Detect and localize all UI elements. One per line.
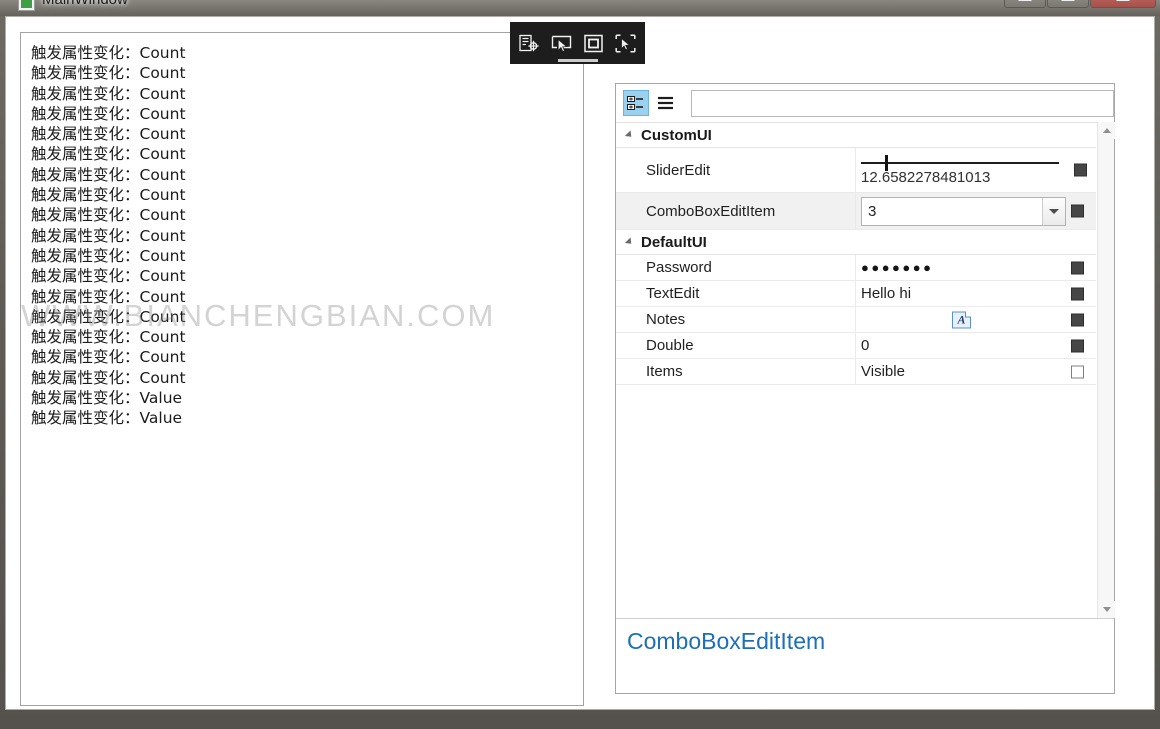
inapp-debug-toolbar[interactable] xyxy=(510,22,645,64)
property-value-text[interactable]: Hello hi xyxy=(856,281,1096,306)
property-name: Items xyxy=(616,359,856,384)
property-grid-scrollbar[interactable] xyxy=(1097,122,1114,618)
maximize-button[interactable] xyxy=(1047,0,1089,8)
log-list: 触发属性变化：Count触发属性变化：Count触发属性变化：Count触发属性… xyxy=(31,43,581,429)
log-line[interactable]: 触发属性变化：Count xyxy=(31,205,581,225)
log-line[interactable]: 触发属性变化：Count xyxy=(31,327,581,347)
log-line[interactable]: 触发属性变化：Count xyxy=(31,43,581,63)
property-value-double[interactable]: 0 xyxy=(856,333,1096,358)
property-grid-scrollport: CustomUI SliderEdit 12.6582278481013 xyxy=(616,123,1096,618)
log-line[interactable]: 触发属性变化：Count xyxy=(31,165,581,185)
text-editor-icon[interactable]: A xyxy=(952,311,971,328)
combobox-editor[interactable]: 3 xyxy=(861,197,1066,226)
log-line[interactable]: 触发属性变化：Count xyxy=(31,307,581,327)
go-to-live-visual-tree-icon[interactable] xyxy=(517,30,543,56)
property-row-notes[interactable]: Notes A xyxy=(616,307,1096,333)
log-line[interactable]: 触发属性变化：Count xyxy=(31,144,581,164)
category-header-customui[interactable]: CustomUI xyxy=(616,123,1096,148)
property-value-combobox[interactable]: 3 xyxy=(856,193,1096,229)
property-value-password[interactable]: ●●●●●●● xyxy=(856,255,1096,280)
log-listbox[interactable]: 触发属性变化：Count触发属性变化：Count触发属性变化：Count触发属性… xyxy=(20,32,584,706)
property-search-input[interactable] xyxy=(691,90,1114,117)
property-row-comboboxedititem[interactable]: ComboBoxEditItem 3 xyxy=(616,193,1096,230)
categorized-view-icon xyxy=(627,95,644,111)
window-titlebar[interactable]: MainWindow xyxy=(0,0,1160,16)
log-line[interactable]: 触发属性变化：Count xyxy=(31,368,581,388)
scroll-up-arrow-icon[interactable] xyxy=(1098,122,1115,139)
property-name: Password xyxy=(616,255,856,280)
close-button[interactable] xyxy=(1090,0,1156,8)
property-value-slider[interactable]: 12.6582278481013 xyxy=(856,148,1099,192)
text-value: 0 xyxy=(861,337,869,354)
track-focused-element-icon[interactable] xyxy=(612,30,638,56)
property-value-notes[interactable]: A xyxy=(856,307,1096,332)
password-masked-value: ●●●●●●● xyxy=(861,260,933,275)
log-line[interactable]: 触发属性变化：Count xyxy=(31,266,581,286)
select-element-icon[interactable] xyxy=(549,30,575,56)
category-header-defaultui[interactable]: DefaultUI xyxy=(616,230,1096,255)
alphabetical-view-icon xyxy=(657,95,674,111)
text-value: Visible xyxy=(861,363,905,380)
log-line[interactable]: 触发属性变化：Value xyxy=(31,388,581,408)
log-line[interactable]: 触发属性变化：Value xyxy=(31,408,581,428)
property-marker[interactable] xyxy=(1071,365,1084,378)
alphabetical-view-button[interactable] xyxy=(653,90,679,116)
property-row-textedit[interactable]: TextEdit Hello hi xyxy=(616,281,1096,307)
scroll-down-arrow-icon[interactable] xyxy=(1098,601,1115,618)
property-marker[interactable] xyxy=(1071,339,1084,352)
log-line[interactable]: 触发属性变化：Count xyxy=(31,246,581,266)
text-value: Hello hi xyxy=(861,285,911,302)
property-grid-toolbar xyxy=(616,84,1114,122)
log-line[interactable]: 触发属性变化：Count xyxy=(31,185,581,205)
slider-thumb[interactable] xyxy=(885,155,888,171)
category-label: CustomUI xyxy=(641,127,712,144)
log-line[interactable]: 触发属性变化：Count xyxy=(31,124,581,144)
property-name: TextEdit xyxy=(616,281,856,306)
property-name: SliderEdit xyxy=(616,148,856,192)
slider-track[interactable] xyxy=(861,162,1059,164)
os-window: MainWindow 触发属性变化：Count触发属性变化：Count触发属性变… xyxy=(0,0,1160,729)
chevron-down-icon[interactable] xyxy=(1042,198,1065,225)
property-marker[interactable] xyxy=(1071,287,1084,300)
property-marker[interactable] xyxy=(1071,313,1084,326)
property-name: ComboBoxEditItem xyxy=(616,193,856,229)
property-marker[interactable] xyxy=(1074,164,1087,177)
chevron-expanded-icon xyxy=(625,237,634,246)
property-name: Notes xyxy=(616,307,856,332)
property-name: Double xyxy=(616,333,856,358)
log-line[interactable]: 触发属性变化：Count xyxy=(31,287,581,307)
log-line[interactable]: 触发属性变化：Count xyxy=(31,104,581,124)
minimize-button[interactable] xyxy=(1004,0,1046,8)
screen-root: MainWindow 触发属性变化：Count触发属性变化：Count触发属性变… xyxy=(0,0,1160,729)
log-line[interactable]: 触发属性变化：Count xyxy=(31,347,581,367)
log-line[interactable]: 触发属性变化：Count xyxy=(31,63,581,83)
property-description-pane: ComboBoxEditItem xyxy=(616,618,1114,693)
property-value-items[interactable]: Visible xyxy=(856,359,1096,384)
window-client-area: 触发属性变化：Count触发属性变化：Count触发属性变化：Count触发属性… xyxy=(5,16,1155,710)
log-line[interactable]: 触发属性变化：Count xyxy=(31,84,581,104)
property-row-slideredit[interactable]: SliderEdit 12.6582278481013 xyxy=(616,148,1096,193)
slider-value-label: 12.6582278481013 xyxy=(861,169,1059,186)
description-title: ComboBoxEditItem xyxy=(627,628,1114,655)
property-marker[interactable] xyxy=(1071,261,1084,274)
toolbar-drag-grip[interactable] xyxy=(558,59,598,62)
log-line[interactable]: 触发属性变化：Count xyxy=(31,226,581,246)
chevron-expanded-icon xyxy=(625,130,634,139)
display-layout-adorners-icon[interactable] xyxy=(580,30,606,56)
property-grid[interactable]: CustomUI SliderEdit 12.6582278481013 xyxy=(616,122,1114,618)
property-marker[interactable] xyxy=(1071,205,1084,218)
property-row-password[interactable]: Password ●●●●●●● xyxy=(616,255,1096,281)
property-row-double[interactable]: Double 0 xyxy=(616,333,1096,359)
property-grid-panel: CustomUI SliderEdit 12.6582278481013 xyxy=(615,83,1115,694)
window-title: MainWindow xyxy=(42,0,128,8)
categorized-view-button[interactable] xyxy=(623,90,649,116)
property-row-items[interactable]: Items Visible xyxy=(616,359,1096,385)
app-window-icon xyxy=(18,0,35,11)
category-label: DefaultUI xyxy=(641,234,707,251)
combobox-selected-value: 3 xyxy=(868,203,876,220)
window-controls xyxy=(1004,0,1156,8)
